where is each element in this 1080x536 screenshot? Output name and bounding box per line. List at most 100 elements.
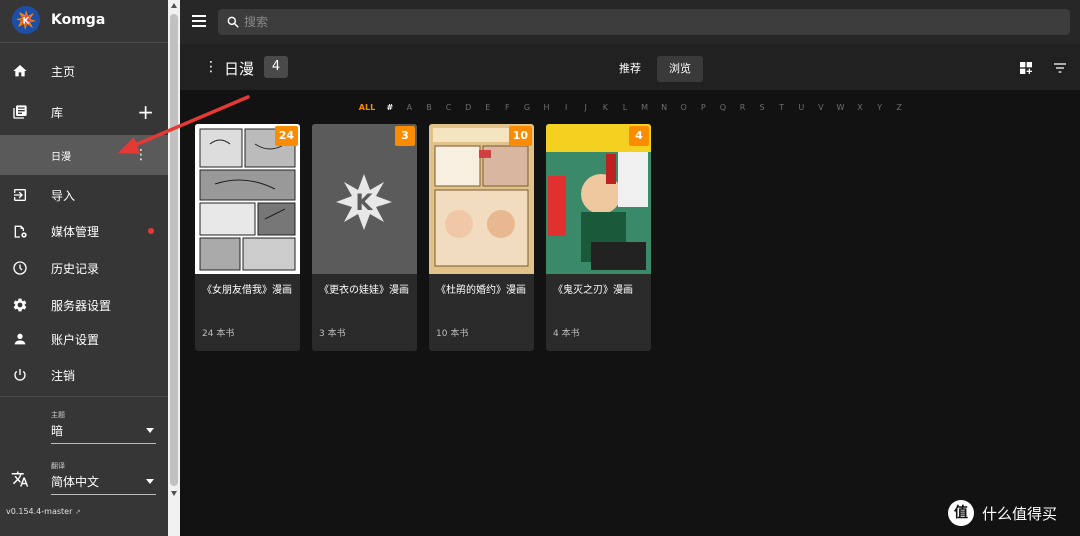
language-value[interactable]: 简体中文	[51, 473, 156, 495]
alphabet-filter-a[interactable]: A	[400, 103, 420, 112]
scrollbar-thumb[interactable]	[170, 14, 178, 486]
book-count: 3 本书	[319, 329, 346, 339]
svg-text:K: K	[355, 191, 373, 216]
add-library-button[interactable]: +	[137, 102, 154, 122]
library-actions-button[interactable]: ⋮	[204, 59, 218, 75]
alphabet-filter-y[interactable]: Y	[870, 103, 890, 112]
sidebar-item-server-settings[interactable]: 服务器设置	[0, 287, 168, 323]
sidebar-item-account-settings[interactable]: 账户设置	[0, 321, 168, 357]
grid-add-icon[interactable]	[1018, 60, 1034, 76]
alphabet-filter-i[interactable]: I	[556, 103, 576, 112]
theme-select[interactable]: 主题 暗	[51, 410, 156, 444]
alphabet-filter-x[interactable]: X	[850, 103, 870, 112]
tab-browse[interactable]: 浏览	[657, 56, 703, 82]
account-icon	[11, 330, 29, 348]
alphabet-filter-j[interactable]: J	[576, 103, 596, 112]
top-app-bar	[180, 0, 1080, 44]
sidebar-item-logout[interactable]: 注销	[0, 357, 168, 393]
brand[interactable]: K Komga	[0, 0, 168, 42]
alphabet-filter-u[interactable]: U	[791, 103, 811, 112]
divider	[0, 42, 168, 43]
home-icon	[11, 62, 29, 80]
alphabet-filter-c[interactable]: C	[439, 103, 459, 112]
filter-icon[interactable]	[1052, 60, 1068, 76]
alphabet-filter-h[interactable]: H	[537, 103, 557, 112]
sidebar-item-label: 注销	[51, 368, 76, 383]
alphabet-filter: ALL # A B C D E F G H I J K L M N O P Q R S T U V W X Y Z	[354, 103, 909, 112]
menu-icon[interactable]	[192, 15, 206, 27]
alphabet-filter-e[interactable]: E	[478, 103, 498, 112]
alphabet-filter-q[interactable]: Q	[713, 103, 733, 112]
alphabet-filter-f[interactable]: F	[498, 103, 518, 112]
watermark-text: 什么值得买	[982, 504, 1058, 523]
app-window: K Komga 主页 库 + 日漫 ⋮ 导入 媒体管理 历史记录 服务器设置 账…	[0, 0, 1080, 536]
sidebar-item-libraries[interactable]: 库 +	[0, 94, 168, 130]
series-card[interactable]: 24 《女朋友借我》漫画 24 本书	[195, 124, 300, 351]
sidebar-item-import[interactable]: 导入	[0, 177, 168, 213]
scroll-down-arrow-icon[interactable]	[171, 491, 177, 496]
library-title: 日漫	[224, 60, 255, 78]
unread-count-badge: 3	[395, 126, 415, 146]
book-count: 4 本书	[553, 329, 580, 339]
notification-dot	[148, 228, 154, 234]
search-input[interactable]	[244, 13, 1044, 31]
alphabet-filter-r[interactable]: R	[733, 103, 753, 112]
history-icon	[11, 259, 29, 277]
series-title[interactable]: 《杜鹃的婚约》漫画	[436, 281, 531, 296]
alphabet-filter-g[interactable]: G	[517, 103, 537, 112]
sidebar-item-label: 库	[51, 105, 64, 120]
smzdm-logo: 值	[948, 500, 974, 526]
sidebar-item-label: 媒体管理	[51, 224, 100, 239]
series-card[interactable]: K 3 《更衣の娃娃》漫画 3 本书	[312, 124, 417, 351]
alphabet-filter-t[interactable]: T	[772, 103, 792, 112]
sidebar-item-rimanga[interactable]: 日漫 ⋮	[0, 135, 168, 175]
unread-count-badge: 10	[508, 126, 532, 146]
alphabet-filter-all[interactable]: ALL	[354, 103, 380, 112]
sidebar-item-label: 主页	[51, 64, 76, 79]
search-icon	[227, 16, 239, 28]
series-title[interactable]: 《鬼灭之刃》漫画	[553, 281, 648, 296]
alphabet-filter-l[interactable]: L	[615, 103, 635, 112]
sidebar-item-home[interactable]: 主页	[0, 53, 168, 89]
sidebar-item-history[interactable]: 历史记录	[0, 250, 168, 286]
sidebar-item-label: 服务器设置	[51, 298, 112, 313]
theme-value[interactable]: 暗	[51, 422, 156, 444]
power-icon	[11, 366, 29, 384]
watermark: 值 什么值得买	[948, 500, 1057, 526]
series-card[interactable]: 10 《杜鹃的婚约》漫画 10 本书	[429, 124, 534, 351]
search-box[interactable]	[218, 9, 1070, 35]
series-card[interactable]: 4 《鬼灭之刃》漫画 4 本书	[546, 124, 651, 351]
alphabet-filter-n[interactable]: N	[654, 103, 674, 112]
library-menu-button[interactable]: ⋮	[134, 147, 148, 163]
version-link[interactable]: v0.154.4-master ↗	[6, 507, 81, 516]
series-title[interactable]: 《女朋友借我》漫画	[202, 281, 297, 296]
sidebar: K Komga 主页 库 + 日漫 ⋮ 导入 媒体管理 历史记录 服务器设置 账…	[0, 0, 168, 536]
alphabet-filter-b[interactable]: B	[419, 103, 439, 112]
theme-value-text: 暗	[51, 424, 64, 438]
scroll-up-arrow-icon[interactable]	[171, 3, 177, 8]
tab-recommended[interactable]: 推荐	[607, 56, 653, 82]
alphabet-filter-w[interactable]: W	[831, 103, 851, 112]
divider	[0, 396, 168, 397]
sidebar-scrollbar[interactable]	[168, 0, 180, 536]
alphabet-filter-k[interactable]: K	[596, 103, 616, 112]
series-title[interactable]: 《更衣の娃娃》漫画	[319, 281, 414, 296]
sidebar-item-label: 历史记录	[51, 261, 100, 276]
language-select[interactable]: 翻译 简体中文	[51, 461, 156, 495]
brand-name: Komga	[51, 12, 106, 28]
alphabet-filter-z[interactable]: Z	[889, 103, 909, 112]
unread-count-badge: 4	[629, 126, 649, 146]
series-cover: K	[312, 124, 417, 274]
alphabet-filter-s[interactable]: S	[752, 103, 772, 112]
language-caption: 翻译	[51, 462, 65, 470]
series-cover	[546, 124, 651, 274]
alphabet-filter-hash[interactable]: #	[380, 103, 400, 112]
series-cover	[429, 124, 534, 274]
sidebar-item-media-management[interactable]: 媒体管理	[0, 213, 168, 249]
series-cover	[195, 124, 300, 274]
alphabet-filter-p[interactable]: P	[694, 103, 714, 112]
alphabet-filter-d[interactable]: D	[458, 103, 478, 112]
alphabet-filter-m[interactable]: M	[635, 103, 655, 112]
alphabet-filter-v[interactable]: V	[811, 103, 831, 112]
alphabet-filter-o[interactable]: O	[674, 103, 694, 112]
